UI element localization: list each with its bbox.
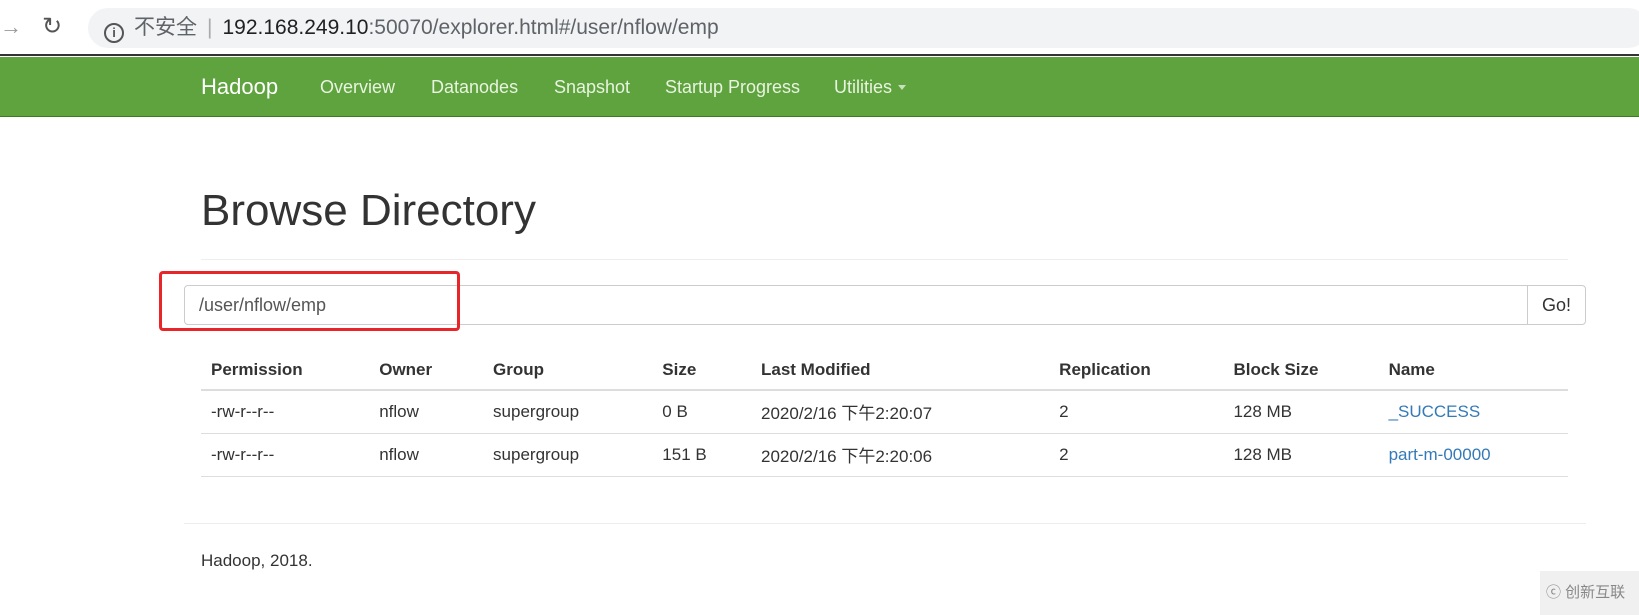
table-header-row: Permission Owner Group Size Last Modified Rep… <box>201 350 1568 391</box>
nav-startup-progress[interactable]: Startup Progress <box>665 57 800 117</box>
table-cell: supergroup <box>483 390 653 434</box>
directory-table: Permission Owner Group Size Last Modified Rep… <box>201 350 1568 477</box>
column-header: Owner <box>369 350 484 391</box>
page-title: Browse Directory <box>201 186 536 235</box>
brand-link[interactable]: Hadoop <box>201 57 278 117</box>
nav-datanodes[interactable]: Datanodes <box>431 57 518 117</box>
table-row: -rw-r--r-- nflow supergroup 0 B 2020/2/16 下午… <box>201 390 1568 434</box>
table-cell: -rw-r--r-- <box>201 390 370 434</box>
column-header: Group <box>483 350 653 391</box>
go-button[interactable]: Go! <box>1527 285 1586 325</box>
footer-text: Hadoop, 2018. <box>201 551 313 570</box>
table-cell: 2020/2/16 下午2:20:06 <box>751 433 1050 477</box>
table-cell: 2020/2/16 下午2:20:07 <box>751 390 1050 434</box>
column-header: Size <box>652 350 751 391</box>
browser-toolbar: → ↻ i 不安全 | 192.168.249.10:50070/explorer.h… <box>0 0 1639 56</box>
table-cell: part-m-00000 <box>1378 433 1568 477</box>
table-cell: nflow <box>369 433 484 477</box>
divider <box>201 259 1568 260</box>
column-header: Name <box>1378 350 1568 391</box>
table-cell: _SUCCESS <box>1378 390 1568 434</box>
table-cell: -rw-r--r-- <box>201 433 370 477</box>
url-host: 192.168.249.10 <box>222 16 369 39</box>
column-header: Last Modified <box>751 350 1050 391</box>
url-path: :50070/explorer.html#/user/nflow/emp <box>368 16 719 39</box>
table-cell: 128 MB <box>1223 433 1379 477</box>
file-link[interactable]: part-m-00000 <box>1389 445 1491 464</box>
table-cell: 151 B <box>652 433 751 477</box>
path-input[interactable] <box>184 285 1528 325</box>
navbar: Hadoop Overview Datanodes Snapshot Start… <box>0 57 1639 117</box>
info-icon[interactable]: i <box>104 23 124 43</box>
table-row: -rw-r--r-- nflow supergroup 151 B 2020/2/16 … <box>201 433 1568 477</box>
table-cell: supergroup <box>483 433 653 477</box>
nav-utilities[interactable]: Utilities <box>834 57 907 117</box>
column-header: Replication <box>1049 350 1224 391</box>
file-link[interactable]: _SUCCESS <box>1389 402 1481 421</box>
column-header: Block Size <box>1223 350 1379 391</box>
reload-icon[interactable]: ↻ <box>42 12 62 41</box>
table-cell: 2 <box>1049 390 1224 434</box>
nav-utilities-label: Utilities <box>834 77 893 97</box>
forward-icon[interactable]: → <box>0 14 22 40</box>
nav-snapshot[interactable]: Snapshot <box>554 57 630 117</box>
divider <box>184 523 1586 524</box>
column-header: Permission <box>201 350 370 391</box>
address-bar[interactable]: i 不安全 | 192.168.249.10:50070/explorer.html#… <box>88 8 1639 48</box>
nav-overview[interactable]: Overview <box>320 57 395 117</box>
table-cell: 128 MB <box>1223 390 1379 434</box>
watermark-logo: ⓒ 创新互联 <box>1540 571 1639 615</box>
security-label: 不安全 <box>134 16 197 39</box>
table-cell: 2 <box>1049 433 1224 477</box>
table-cell: 0 B <box>652 390 751 434</box>
caret-down-icon <box>898 85 907 90</box>
table-cell: nflow <box>369 390 484 434</box>
